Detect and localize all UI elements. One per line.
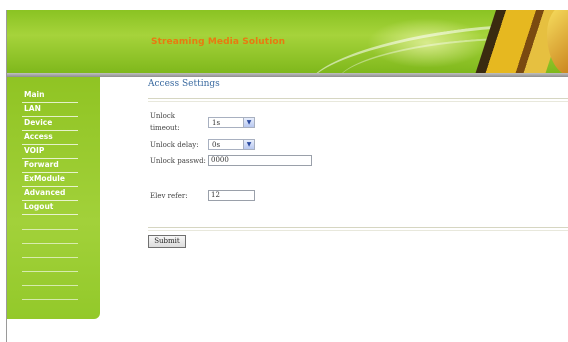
sidebar-item-lan[interactable]: LAN bbox=[22, 103, 78, 117]
form-divider bbox=[148, 227, 568, 228]
sidebar-separator bbox=[22, 244, 78, 258]
sidebar-item-exmodule[interactable]: ExModule bbox=[22, 173, 78, 187]
sidebar-separator bbox=[22, 230, 78, 244]
elev-refer-input[interactable]: 12 bbox=[208, 190, 255, 201]
sidebar-empty-rows bbox=[22, 216, 78, 300]
banner-title: Streaming Media Solution bbox=[151, 37, 286, 47]
form-divider bbox=[148, 230, 568, 231]
unlock-passwd-label: Unlock passwd: bbox=[150, 157, 206, 165]
page-title: Access Settings bbox=[148, 79, 220, 89]
sidebar-item-logout[interactable]: Logout bbox=[22, 201, 78, 215]
chevron-down-icon[interactable]: ▼ bbox=[243, 118, 254, 127]
unlock-timeout-label: Unlock bbox=[150, 112, 176, 120]
sidebar-separator bbox=[22, 272, 78, 286]
sidebar-item-voip[interactable]: VOIP bbox=[22, 145, 78, 159]
sidebar-separator bbox=[22, 286, 78, 300]
sidebar-item-advanced[interactable]: Advanced bbox=[22, 187, 78, 201]
unlock-timeout-value: 1s bbox=[212, 119, 221, 127]
sidebar-item-forward[interactable]: Forward bbox=[22, 159, 78, 173]
page: Streaming Media Solution Main LAN Device… bbox=[0, 0, 568, 342]
sidebar-item-main[interactable]: Main bbox=[22, 89, 78, 103]
unlock-delay-value: 0s bbox=[212, 141, 221, 149]
unlock-timeout-select[interactable]: 1s ▼ bbox=[208, 117, 255, 128]
title-divider bbox=[148, 101, 568, 102]
sidebar-separator bbox=[22, 216, 78, 230]
chevron-down-icon[interactable]: ▼ bbox=[243, 140, 254, 149]
unlock-delay-label: Unlock delay: bbox=[150, 141, 199, 149]
submit-button[interactable]: Submit bbox=[148, 235, 186, 248]
sidebar-nav: Main LAN Device Access VOIP Forward ExMo… bbox=[22, 89, 78, 215]
unlock-delay-select[interactable]: 0s ▼ bbox=[208, 139, 255, 150]
unlock-timeout-label-line2: timeout: bbox=[150, 124, 180, 132]
header-banner bbox=[7, 10, 568, 73]
sidebar-item-device[interactable]: Device bbox=[22, 117, 78, 131]
sidebar-item-access[interactable]: Access bbox=[22, 131, 78, 145]
unlock-passwd-input[interactable]: 0000 bbox=[208, 155, 312, 166]
sidebar-separator bbox=[22, 258, 78, 272]
elev-refer-label: Elev refer: bbox=[150, 192, 188, 200]
title-divider bbox=[148, 98, 568, 99]
